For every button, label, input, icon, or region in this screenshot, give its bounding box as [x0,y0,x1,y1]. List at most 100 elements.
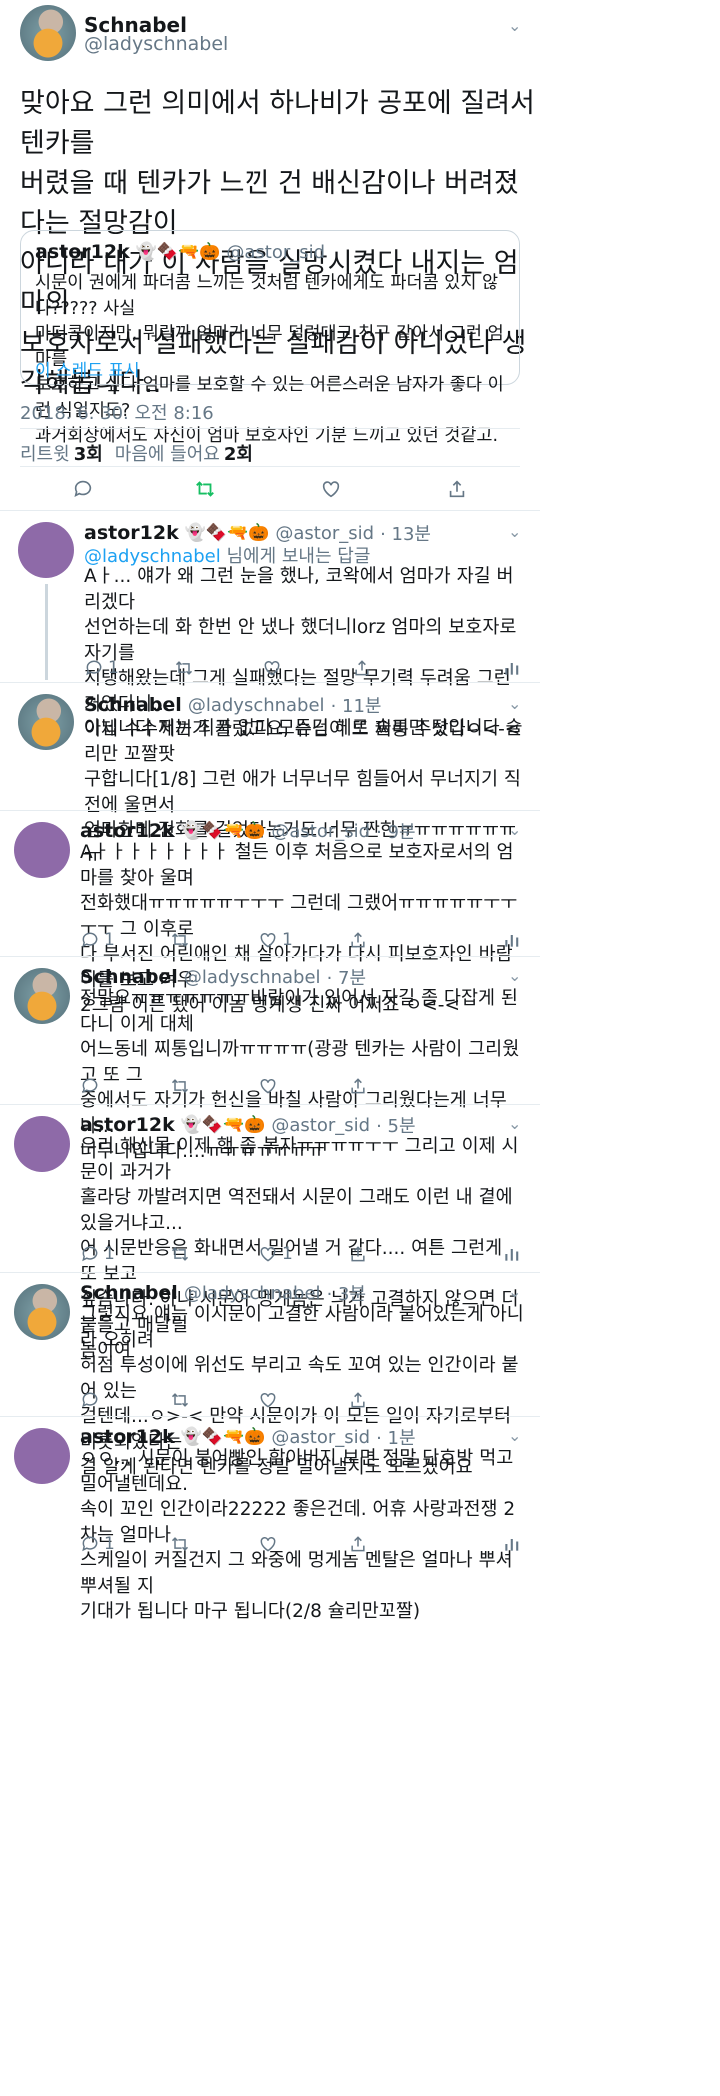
retweet-icon [171,1393,189,1407]
chevron-down-icon[interactable]: ⌄ [508,1114,521,1133]
analytics-action[interactable] [502,930,522,950]
avatar[interactable] [14,1284,70,1340]
reply-tweet[interactable]: Schnabel @ladyschnabel · 11분 ⌄ 아닙니다 저는 죄… [0,686,540,867]
divider [20,428,520,429]
like-count[interactable]: 2회 [224,440,253,466]
like-icon [260,1246,276,1262]
like-action[interactable] [258,1076,278,1096]
reply-text: ㅇㅇ... 시문이 붕어빵인 할아버지 보면 정말 단호박 먹고 밀어낼텐데요.… [80,1448,516,1622]
chevron-down-icon[interactable]: ⌄ [508,16,521,35]
retweet-action[interactable] [170,930,190,950]
quoted-author-handle: @astor_sid [226,241,326,263]
author-handle[interactable]: @ladyschnabel [184,1283,321,1304]
author-handle[interactable]: @astor_sid [271,1427,370,1448]
author-name[interactable]: Schnabel [84,694,182,716]
chevron-down-icon[interactable]: ⌄ [508,820,521,839]
share-action[interactable] [348,1534,368,1554]
like-action[interactable]: 1 [258,930,293,950]
author-handle[interactable]: @astor_sid [271,1115,370,1136]
analytics-icon [505,1539,519,1551]
share-action[interactable] [348,1076,368,1096]
author-handle[interactable]: @ladyschnabel [188,695,325,716]
retweet-stat-label: 리트윗 [20,444,70,465]
reply-action[interactable]: 1 [80,1244,115,1264]
share-action[interactable] [348,1390,368,1410]
show-thread-link[interactable]: 이 스레드 표시 [35,356,140,381]
chevron-down-icon[interactable]: ⌄ [508,1282,521,1301]
like-action[interactable] [258,1390,278,1410]
quoted-tweet[interactable]: astor12k 👻🍫🔫🎃 @astor_sid 시문이 권에게 파더콤 느끼는… [20,230,520,446]
retweet-action[interactable] [170,1390,190,1410]
author-name[interactable]: astor12k [80,1114,175,1136]
reply-action[interactable] [80,1390,100,1410]
reply-count: 1 [104,1244,115,1264]
like-action[interactable] [258,1534,278,1554]
reply-action[interactable]: 1 [80,1534,115,1554]
author-name[interactable]: astor12k [80,1426,175,1448]
author-handle[interactable]: @astor_sid [275,523,374,544]
reply-count: 1 [108,658,119,678]
analytics-action[interactable] [502,1244,522,1264]
author-emojis: 👻🍫🔫🎃 [180,1115,266,1135]
retweet-icon [171,1079,189,1093]
share-icon [351,932,365,948]
reply-icon[interactable] [72,478,94,504]
author-handle[interactable]: @ladyschnabel [84,33,228,55]
analytics-icon [505,935,519,947]
chevron-down-icon[interactable]: ⌄ [508,1426,521,1445]
author-handle[interactable]: @astor_sid [271,821,370,842]
share-action[interactable] [348,930,368,950]
retweet-action[interactable] [174,658,194,678]
like-action[interactable] [262,658,286,678]
author-name[interactable]: Schnabel [80,1282,178,1304]
author-name[interactable]: Schnabel [80,966,178,988]
avatar[interactable] [14,822,70,878]
like-action[interactable]: 1 [258,1244,293,1264]
chevron-down-icon[interactable]: ⌄ [508,966,521,985]
avatar[interactable] [18,522,74,578]
share-action[interactable] [348,1244,368,1264]
reply-icon [82,1246,98,1262]
share-icon [351,1536,365,1552]
like-stat-label: 마음에 들어요 [114,444,220,465]
reply-time[interactable]: · 11분 [331,692,382,718]
retweet-action[interactable] [170,1076,190,1096]
retweet-count[interactable]: 3회 [74,440,103,466]
share-icon [355,660,369,676]
tweet-timestamp[interactable]: 2018. 6. 30. 오전 8:16 [20,399,214,425]
like-icon [260,1078,276,1094]
reply-action[interactable]: 1 [84,658,119,678]
analytics-action[interactable] [502,1534,522,1554]
reply-tweet[interactable]: Schnabel @ladyschnabel · 3분 ⌄ 그렇지요 얘는 이시… [0,1276,540,1478]
avatar[interactable] [14,1116,70,1172]
share-action[interactable] [352,658,372,678]
quoted-author-emojis: 👻🍫🔫🎃 [135,242,221,262]
reply-tweet[interactable]: Schnabel @ladyschnabel · 7분 ⌄ 정말요ㅠㅠㅠㅠㅠㅠㅠ… [0,960,540,1162]
retweet-action[interactable] [170,1534,190,1554]
reply-time[interactable]: · 13분 [380,520,431,546]
retweet-icon [171,1537,189,1551]
share-icon[interactable] [446,478,468,504]
retweet-action[interactable] [170,1244,190,1264]
reply-tweet[interactable]: astor12k 👻🍫🔫🎃 @astor_sid · 13분 ⌄ @ladysc… [0,514,540,740]
reply-tweet[interactable]: astor12k 👻🍫🔫🎃 @astor_sid · 5분 ⌄ 우리 해산물 이… [0,1108,540,1361]
chevron-down-icon[interactable]: ⌄ [508,522,521,541]
avatar[interactable] [18,694,74,750]
divider [0,682,540,683]
avatar[interactable] [14,968,70,1024]
quoted-author-name: astor12k [35,241,130,263]
reply-tweet[interactable]: astor12k 👻🍫🔫🎃 @astor_sid · 9분 ⌄ Aㅏㅏㅏㅏㅏㅏㅏ… [0,814,540,1016]
author-name[interactable]: astor12k [80,820,175,842]
retweet-icon[interactable] [193,478,217,504]
author-handle[interactable]: @ladyschnabel [184,967,321,988]
chevron-down-icon[interactable]: ⌄ [508,694,521,713]
avatar[interactable] [20,5,76,61]
reply-action[interactable] [80,1076,100,1096]
like-icon[interactable] [320,478,342,504]
author-name[interactable]: astor12k [84,522,179,544]
reply-tweet[interactable]: astor12k 👻🍫🔫🎃 @astor_sid · 1분 ⌄ ㅇㅇ... 시문… [0,1420,540,1622]
reply-action[interactable]: 1 [80,930,115,950]
author-emojis: 👻🍫🔫🎃 [180,1427,266,1447]
avatar[interactable] [14,1428,70,1484]
analytics-action[interactable] [502,658,522,678]
